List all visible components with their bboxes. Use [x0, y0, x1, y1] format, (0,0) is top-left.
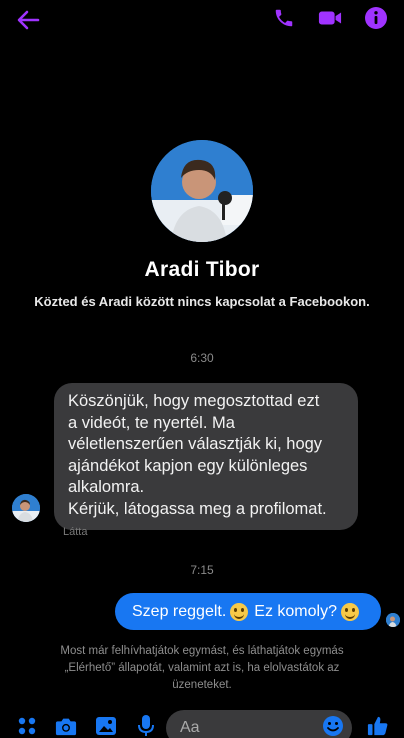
apps-icon — [18, 717, 36, 735]
emoji-button[interactable] — [322, 715, 344, 737]
call-button[interactable] — [272, 6, 296, 30]
like-button[interactable] — [367, 715, 389, 737]
voice-message-button[interactable] — [135, 715, 157, 737]
header-actions — [272, 6, 388, 30]
message-line: Kérjük, látogassa meg a profilomat. — [68, 499, 327, 518]
message-composer — [0, 706, 404, 738]
message-line: véletlenszerűen választják ki, hogy — [68, 435, 323, 453]
message-text: Ez komoly? — [254, 602, 337, 620]
outgoing-message[interactable]: Szep reggelt. Ez komoly? — [115, 593, 381, 630]
sender-avatar[interactable] — [12, 494, 40, 522]
phone-icon — [275, 9, 293, 27]
gallery-button[interactable] — [95, 715, 117, 737]
message-line: Köszönjük, hogy megosztottad ezt — [68, 392, 320, 410]
smiley-emoji-icon — [340, 602, 359, 621]
smiley-emoji-icon — [230, 602, 249, 621]
connection-notice: Közted és Aradi között nincs kapcsolat a… — [34, 294, 370, 309]
message-text: Szep reggelt. — [132, 602, 227, 620]
profile-avatar[interactable] — [151, 140, 253, 242]
seen-label: Látta — [63, 526, 88, 538]
top-bar — [0, 0, 404, 40]
timestamp: 6:30 — [190, 351, 214, 365]
thumbs-up-icon — [367, 716, 388, 736]
timestamp: 7:15 — [190, 563, 214, 577]
message-line: a videót, te nyertél. Ma — [68, 413, 235, 432]
image-icon — [96, 717, 116, 735]
arrow-left-icon — [17, 10, 40, 30]
video-camera-icon — [318, 11, 342, 25]
microphone-icon — [138, 715, 154, 736]
profile-header: Aradi Tibor Közted és Aradi között nincs… — [0, 140, 404, 309]
message-bubble[interactable]: Köszönjük, hogy megosztottad ezt a videó… — [54, 383, 358, 530]
emoji-icon — [323, 716, 343, 736]
message-line: alkalomra. — [68, 478, 145, 496]
video-call-button[interactable] — [318, 6, 342, 30]
call-availability-info: Most már felhívhatjátok egymást, és láth… — [60, 645, 344, 691]
read-receipt-avatar — [386, 613, 400, 627]
profile-name: Aradi Tibor — [144, 258, 260, 281]
camera-icon — [55, 718, 77, 736]
apps-button[interactable] — [16, 715, 38, 737]
message-line: ajándékot kapjon egy különleges — [68, 456, 308, 475]
info-button[interactable] — [364, 6, 388, 30]
back-button[interactable] — [14, 6, 42, 34]
info-icon — [365, 7, 387, 29]
camera-button[interactable] — [55, 715, 77, 737]
